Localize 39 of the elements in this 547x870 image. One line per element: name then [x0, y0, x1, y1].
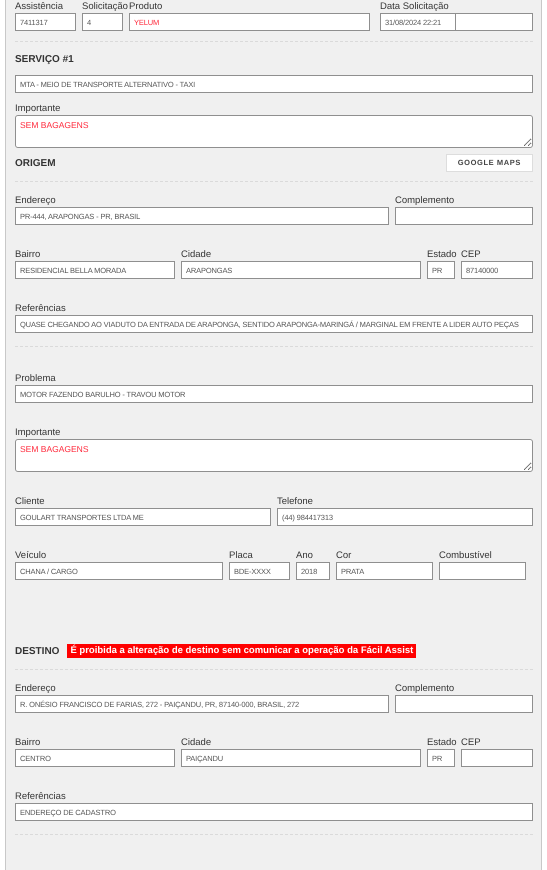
field-label: Complemento [395, 683, 454, 694]
field-label: Assistência [15, 1, 64, 12]
field-label: Complemento [395, 195, 454, 206]
field-label: Cor [336, 550, 352, 561]
field-label: Placa [229, 550, 253, 561]
section-title: ORIGEM [15, 156, 56, 170]
field-label: Problema [15, 373, 56, 384]
field-label: Bairro [15, 249, 40, 260]
field-label: Endereço [15, 683, 56, 694]
field-label: Importante [15, 427, 60, 438]
section-title: DESTINO [15, 644, 60, 658]
field-label: Combustível [439, 550, 492, 561]
field-label: Cidade [181, 737, 212, 748]
field-label: CEP [461, 737, 481, 748]
input-field[interactable] [461, 749, 533, 767]
field-label: Ano [296, 550, 313, 561]
input-field[interactable] [439, 562, 526, 580]
field-label: Cidade [181, 249, 212, 260]
field-label: Endereço [15, 195, 56, 206]
field-label: Produto [129, 1, 162, 12]
field-label: Cliente [15, 496, 45, 507]
field-label: Referências [15, 303, 66, 314]
field-label: Solicitação [82, 1, 128, 12]
field-label: CEP [461, 249, 481, 260]
field-label: Data Solicitação [380, 1, 449, 12]
field-label: Referências [15, 791, 66, 802]
input-field[interactable] [395, 207, 533, 225]
field-label: Importante [15, 103, 60, 114]
text-area[interactable]: SEM BAGAGENS [15, 439, 533, 472]
field-label: Estado [427, 249, 457, 260]
text-area[interactable]: SEM BAGAGENS [15, 115, 533, 148]
warning-banner: É proibida a alteração de destino sem comunicar a operação da Fácil Assist [67, 644, 416, 658]
input-field[interactable] [456, 13, 533, 31]
field-label: Veículo [15, 550, 46, 561]
input-field[interactable] [395, 695, 533, 713]
field-label: Bairro [15, 737, 40, 748]
field-label: Estado [427, 737, 457, 748]
section-title: SERVIÇO #1 [15, 52, 74, 66]
field-label: Telefone [277, 496, 313, 507]
